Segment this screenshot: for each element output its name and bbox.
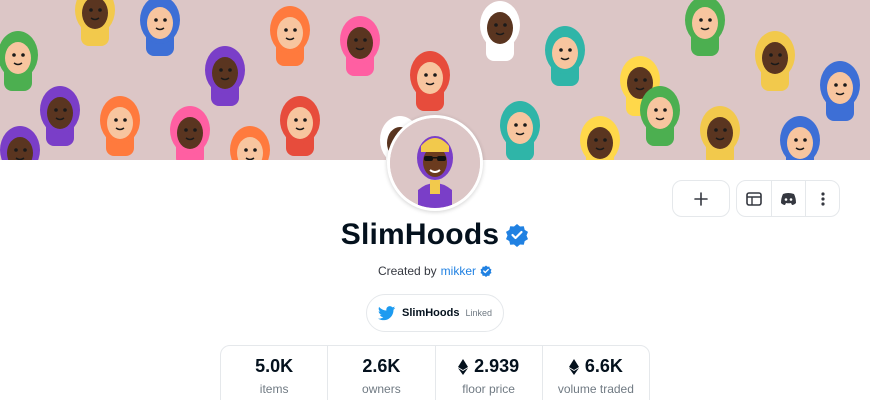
ethereum-icon <box>458 358 469 375</box>
ethereum-icon <box>568 358 579 375</box>
linked-status: Linked <box>465 308 492 318</box>
banner-character <box>40 86 80 146</box>
stat-value: 2.939 <box>474 356 520 376</box>
collection-title: SlimHoods <box>340 218 500 251</box>
stat-value: 2.6K <box>362 356 401 376</box>
website-icon <box>746 191 762 206</box>
banner-character <box>480 1 520 61</box>
stat-label: items <box>259 382 289 396</box>
banner-character <box>170 106 210 160</box>
collection-title-row: SlimHoods <box>0 218 870 252</box>
twitter-linked-button[interactable]: SlimHoods Linked <box>366 294 504 332</box>
stat-floor-price[interactable]: 2.939 floor price <box>434 346 542 400</box>
collection-actions <box>672 180 840 217</box>
stat-value: 6.6K <box>584 356 623 376</box>
banner-character <box>500 101 540 160</box>
created-by: Created by mikker <box>0 264 870 278</box>
banner-character <box>410 51 450 111</box>
twitter-icon <box>378 305 396 320</box>
verified-badge-icon <box>506 224 529 247</box>
banner-character <box>685 0 725 56</box>
stat-items[interactable]: 5.0K items <box>221 346 327 400</box>
stat-volume-traded[interactable]: 6.6K volume traded <box>541 346 649 400</box>
banner-character <box>820 61 860 121</box>
stat-label: volume traded <box>557 382 634 396</box>
more-options-button[interactable] <box>805 181 839 216</box>
social-button-group <box>736 180 840 217</box>
banner-character <box>280 96 320 156</box>
banner-character <box>700 106 740 160</box>
plus-icon <box>694 191 708 206</box>
banner-character <box>755 31 795 91</box>
collection-avatar[interactable] <box>387 115 483 211</box>
discord-button[interactable] <box>771 181 805 216</box>
banner-character <box>640 86 680 146</box>
more-vertical-icon <box>820 191 825 206</box>
stat-label: floor price <box>462 382 515 396</box>
banner-character <box>205 46 245 106</box>
banner-character <box>340 16 380 76</box>
banner-character <box>545 26 585 86</box>
add-button[interactable] <box>672 180 730 217</box>
stat-value: 5.0K <box>255 356 294 376</box>
linked-account-name: SlimHoods <box>402 307 460 319</box>
website-button[interactable] <box>737 181 771 216</box>
avatar-illustration <box>390 118 480 208</box>
creator-link[interactable]: mikker <box>441 264 476 278</box>
collection-stats: 5.0K items 2.6K owners 2.939 floor price… <box>220 345 650 400</box>
stat-label: owners <box>362 382 401 396</box>
banner-character <box>140 0 180 56</box>
stat-owners[interactable]: 2.6K owners <box>327 346 434 400</box>
banner-character <box>270 6 310 66</box>
banner-character <box>100 96 140 156</box>
discord-icon <box>781 193 796 205</box>
created-by-label: Created by <box>377 264 437 278</box>
creator-verified-icon <box>480 265 492 277</box>
